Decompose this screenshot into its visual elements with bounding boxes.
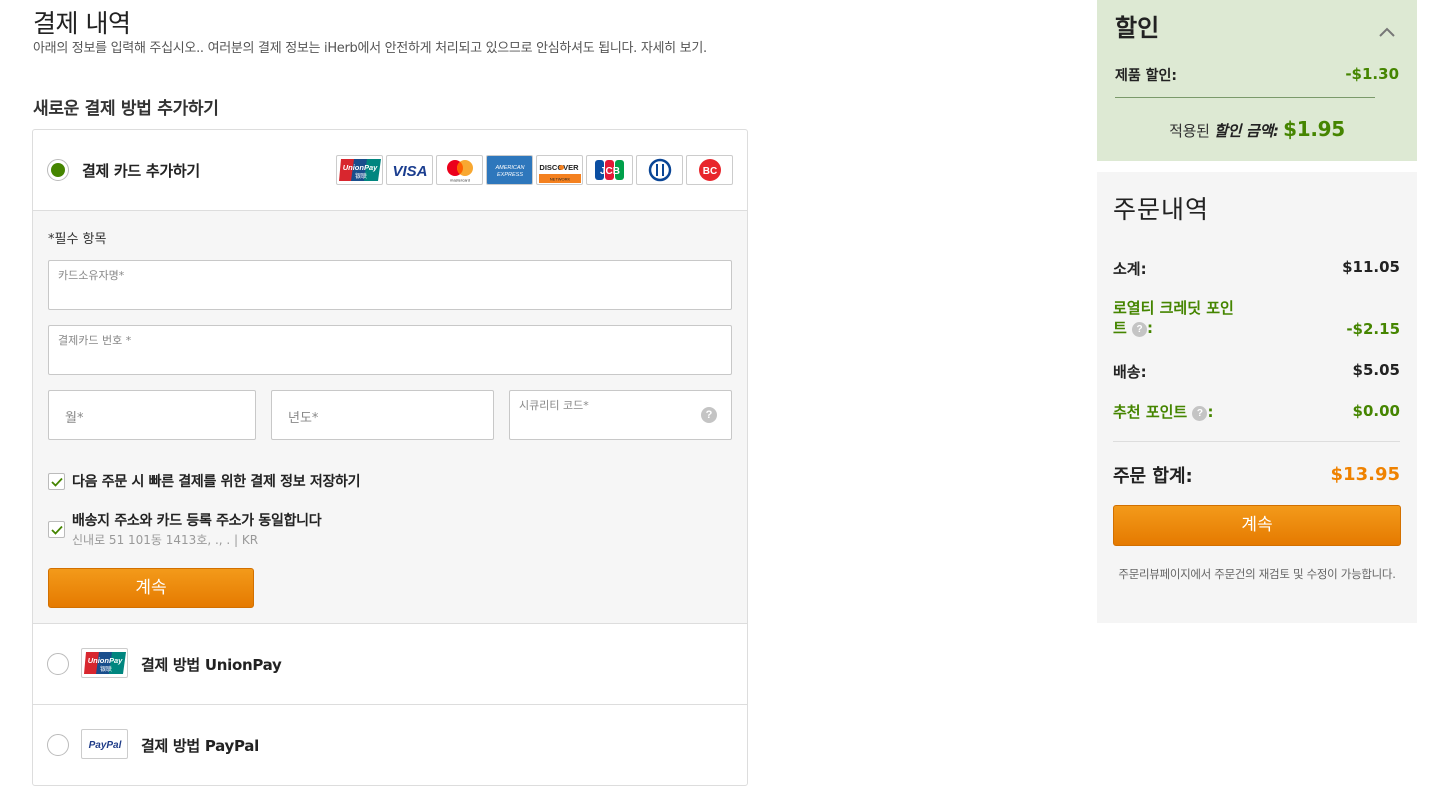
diners-logo	[636, 155, 683, 185]
help-icon[interactable]: ?	[1192, 406, 1208, 421]
amex-logo-text-2: EXPRESS	[497, 172, 523, 178]
discount-title: 할인	[1115, 14, 1160, 42]
applied-discount-prefix: 적용된	[1169, 122, 1210, 140]
same-address-checkbox[interactable]	[48, 521, 65, 538]
paypal-logo: PayPal	[81, 729, 128, 759]
security-code-field[interactable]: 시큐리티 코드* ?	[509, 390, 732, 440]
jcb-logo-text: JCB	[599, 166, 619, 177]
visa-logo: VISA	[386, 155, 433, 185]
unionpay-logo-text: UnionPay	[87, 656, 122, 665]
expiry-month-placeholder: 월*	[65, 411, 84, 426]
card-number-field[interactable]: 결제카드 번호 *	[48, 325, 732, 375]
amex-logo: AMERICAN EXPRESS	[486, 155, 533, 185]
referral-points-label-text: 추천 포인트	[1113, 403, 1188, 421]
mastercard-logo: mastercard	[436, 155, 483, 185]
applied-discount-label: 할인 금액:	[1214, 122, 1279, 140]
subtotal-label: 소계:	[1113, 260, 1147, 278]
mastercard-logo-text: mastercard	[449, 178, 469, 183]
loyalty-credit-value: -$2.15	[1346, 320, 1400, 338]
unionpay-method-label: 결제 방법 UnionPay	[141, 656, 282, 674]
same-address-label[interactable]: 배송지 주소와 카드 등록 주소가 동일합니다	[72, 510, 322, 530]
order-total-value: $13.95	[1330, 464, 1400, 485]
paypal-method-radio[interactable]	[47, 734, 69, 756]
expiry-year-placeholder: 년도*	[288, 411, 319, 426]
order-summary-panel: 주문내역 소계: $11.05 로열티 크레딧 포인 트 ?: -$2.15 배…	[1097, 172, 1417, 623]
discover-logo: DISCOVER NETWORK	[536, 155, 583, 185]
chevron-up-icon[interactable]	[1379, 27, 1395, 37]
order-review-note: 주문리뷰페이지에서 주문건의 재검토 및 수정이 가능합니다.	[1118, 567, 1396, 581]
shipping-value: $5.05	[1352, 361, 1400, 379]
divider	[1113, 441, 1400, 442]
paypal-method-row[interactable]: PayPal 결제 방법 PayPal	[33, 705, 747, 786]
loyalty-credit-label-line1: 로열티 크레딧 포인	[1113, 299, 1234, 317]
security-code-label: 시큐리티 코드*	[519, 399, 589, 412]
paypal-method-label: 결제 방법 PayPal	[141, 737, 259, 755]
applied-discount: 적용된 할인 금액: $1.95	[1097, 117, 1417, 141]
help-icon[interactable]: ?	[1132, 322, 1148, 337]
loyalty-credit-label-line2: 트	[1113, 319, 1127, 337]
product-discount-label: 제품 할인:	[1115, 68, 1177, 84]
discover-logo-subtext: NETWORK	[549, 177, 570, 182]
section-title: 새로운 결제 방법 추가하기	[33, 99, 219, 119]
expiry-year-select[interactable]: 년도*	[271, 390, 494, 440]
shipping-label: 배송:	[1113, 363, 1147, 381]
order-continue-button[interactable]: 계속	[1113, 505, 1401, 546]
paypal-logo-text: PayPal	[88, 740, 121, 751]
checkmark-icon	[51, 477, 63, 487]
unionpay-logo: UnionPay 银联	[336, 155, 383, 185]
unionpay-method-radio[interactable]	[47, 653, 69, 675]
billing-address-text: 신내로 51 101동 1413호, ., . | KR	[72, 533, 259, 547]
card-method-radio[interactable]	[47, 159, 69, 181]
bc-logo: BC	[686, 155, 733, 185]
order-total-label: 주문 합계:	[1113, 466, 1193, 487]
unionpay-logo-subtext: 银联	[99, 665, 111, 673]
applied-discount-amount: $1.95	[1283, 117, 1345, 141]
security-code-help-icon[interactable]: ?	[701, 407, 717, 423]
referral-points-label: 추천 포인트 ?:	[1113, 403, 1214, 421]
card-method-label: 결제 카드 추가하기	[82, 162, 200, 180]
card-logos: UnionPay 银联 VISA mastercard AMERICAN EXP…	[336, 155, 733, 185]
payment-methods-panel: 결제 카드 추가하기 UnionPay 银联 VISA mastercard A…	[32, 129, 748, 786]
expiry-month-select[interactable]: 월*	[48, 390, 256, 440]
unionpay-logo-text: UnionPay	[342, 163, 377, 172]
checkmark-icon	[51, 525, 63, 535]
card-method-row[interactable]: 결제 카드 추가하기 UnionPay 银联 VISA mastercard A…	[33, 130, 747, 211]
cardholder-name-label: 카드소유자명*	[58, 269, 125, 282]
amex-logo-text-1: AMERICAN	[494, 165, 524, 171]
visa-logo-text: VISA	[392, 163, 427, 180]
unionpay-logo: UnionPay 银联	[81, 648, 128, 678]
subtotal-value: $11.05	[1342, 258, 1400, 276]
save-payment-label[interactable]: 다음 주문 시 빠른 결제를 위한 결제 정보 저장하기	[72, 471, 361, 491]
loyalty-credit-label: 로열티 크레딧 포인 트 ?:	[1113, 299, 1234, 337]
discount-panel: 할인 제품 할인: -$1.30 적용된 할인 금액: $1.95	[1097, 0, 1417, 161]
jcb-logo: JCB	[586, 155, 633, 185]
order-summary-title: 주문내역	[1113, 195, 1210, 224]
unionpay-logo-subtext: 银联	[354, 172, 366, 180]
card-continue-button[interactable]: 계속	[48, 568, 254, 608]
divider	[1115, 97, 1375, 98]
card-form: *필수 항목 카드소유자명* 결제카드 번호 * 월* 년도* 시큐리티 코드*…	[33, 211, 747, 624]
page-subtitle: 아래의 정보를 입력해 주십시오.. 여러분의 결제 정보는 iHerb에서 안…	[33, 41, 707, 56]
cardholder-name-field[interactable]: 카드소유자명*	[48, 260, 732, 310]
unionpay-method-row[interactable]: UnionPay 银联 결제 방법 UnionPay	[33, 624, 747, 705]
card-number-label: 결제카드 번호 *	[58, 334, 132, 347]
bc-logo-text: BC	[702, 166, 716, 177]
required-note: *필수 항목	[48, 232, 107, 247]
page-title: 결제 내역	[33, 9, 131, 38]
referral-points-value: $0.00	[1352, 402, 1400, 420]
product-discount-value: -$1.30	[1345, 65, 1399, 83]
save-payment-checkbox[interactable]	[48, 473, 65, 490]
